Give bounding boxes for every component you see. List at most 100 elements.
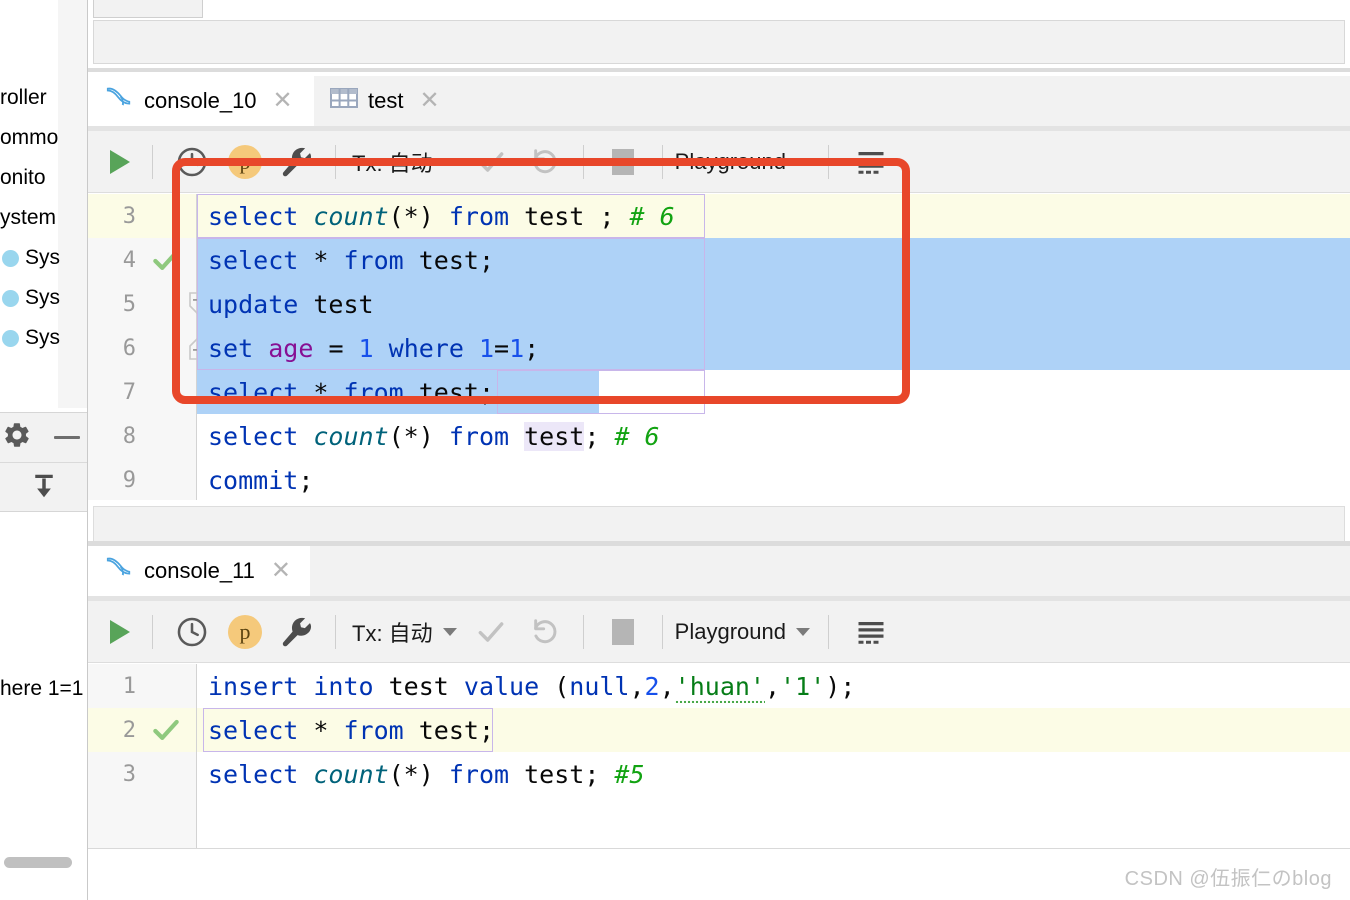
gutter-row[interactable]: 1 [88, 664, 196, 708]
code-token: from [448, 421, 525, 451]
tx-chevron-down-icon[interactable] [442, 157, 457, 166]
wrench-icon[interactable] [281, 131, 313, 193]
executed-statement-check-icon[interactable] [144, 708, 188, 752]
stop-button[interactable] [611, 618, 634, 645]
tab-console-10[interactable]: console_10 ✕ [88, 76, 314, 131]
code-token: test; [418, 377, 494, 407]
separator-bar [93, 506, 1345, 544]
console-11-code-area[interactable]: insert into test value (null,2,'huan','1… [197, 664, 1350, 848]
tab-console-10-close-icon[interactable]: ✕ [273, 89, 293, 113]
tree-item[interactable]: onito [0, 158, 66, 198]
toolbar-separator [335, 144, 336, 179]
code-token: select [208, 759, 314, 789]
gutter-row[interactable]: 7 [88, 370, 196, 414]
code-token: update [208, 289, 314, 319]
console-10-code-area[interactable]: select count(*) from test ; # 6 select * … [197, 194, 1350, 500]
line-number: 4 [122, 247, 136, 273]
toolbar-separator [582, 614, 584, 649]
output-format-icon[interactable] [855, 601, 887, 663]
code-token: , [629, 671, 645, 701]
tab-console-11-close-icon[interactable]: ✕ [271, 559, 291, 583]
line-number: 3 [122, 761, 136, 787]
statement-scope-outline [497, 370, 705, 414]
schema-chevron-down-icon[interactable] [795, 157, 810, 166]
console-11-gutter[interactable]: 1 2 3 [88, 664, 197, 848]
run-button[interactable] [110, 149, 130, 174]
run-button[interactable] [110, 619, 130, 644]
gutter-row[interactable]: 8 [88, 414, 196, 458]
schema-bullet-icon [2, 249, 19, 267]
scrollbar-thumb[interactable] [4, 857, 72, 868]
console-10-gutter[interactable]: 3 4 5 6 7 8 9 [88, 194, 205, 500]
code-token: = [328, 333, 359, 363]
rollback-icon[interactable] [529, 601, 561, 663]
tree-item[interactable]: Sys [0, 278, 66, 318]
horizontal-scrollbar[interactable] [0, 848, 88, 878]
code-token: count [313, 421, 389, 451]
console-10-pane: console_10 ✕ test ✕ p Tx: 自动 Playground … [88, 76, 1350, 500]
code-token: from [343, 715, 419, 745]
database-tree[interactable]: roller ommo onito ystem Sys Sys Sys [0, 78, 88, 408]
profile-badge[interactable]: p [228, 614, 262, 649]
code-line[interactable]: insert into test value (null,2,'huan','1… [197, 664, 1350, 708]
code-token: (*) [388, 421, 449, 451]
console-10-tabstrip: console_10 ✕ test ✕ [88, 76, 1350, 131]
top-tab-stub[interactable] [93, 0, 203, 18]
code-token: 1 [358, 333, 389, 363]
tree-item[interactable]: Sys [0, 238, 66, 278]
code-token: select [208, 201, 314, 231]
gear-icon[interactable] [2, 420, 32, 455]
code-token: 1 [478, 333, 495, 363]
tree-item[interactable]: ystem [0, 198, 66, 238]
tree-item[interactable]: ommo [0, 118, 66, 158]
tree-item[interactable]: roller [0, 78, 66, 118]
line-number: 5 [122, 291, 136, 317]
tree-item[interactable]: Sys [0, 318, 66, 358]
code-line[interactable]: select * from test; [197, 370, 1350, 414]
commit-icon[interactable] [475, 131, 507, 193]
code-token: (*) [388, 201, 449, 231]
toolbar-separator [661, 144, 663, 179]
tab-test-close-icon[interactable]: ✕ [419, 89, 439, 113]
history-icon[interactable] [175, 131, 209, 193]
gutter-row[interactable]: 9 [88, 458, 196, 500]
schema-chevron-down-icon[interactable] [795, 627, 810, 636]
line-number: 3 [122, 203, 136, 229]
console-10-toolbar: p Tx: 自动 Playground [88, 131, 1350, 193]
code-line[interactable]: select count(*) from test; # 6 [197, 414, 1350, 458]
code-token: (*) [388, 759, 449, 789]
gutter-row[interactable]: 4 [88, 238, 196, 282]
rollback-icon[interactable] [529, 131, 561, 193]
code-token: count [313, 759, 389, 789]
import-icon[interactable] [29, 471, 59, 506]
code-line[interactable]: select count(*) from test; #5 [197, 752, 1350, 796]
executed-statement-check-icon[interactable] [144, 238, 188, 282]
output-format-icon[interactable] [855, 131, 887, 193]
gutter-row[interactable]: 2 [88, 708, 196, 752]
console-10-editor[interactable]: 3 4 5 6789 select count(*) from test ; # 6s… [88, 194, 1350, 500]
stop-button[interactable] [611, 148, 634, 175]
gutter-row[interactable]: 6 [88, 326, 205, 370]
toolbar-separator [827, 614, 829, 649]
console-11-editor[interactable]: 12 3 insert into test value (null,2,'huan… [88, 664, 1350, 848]
toolbar-separator [152, 144, 153, 179]
gutter-row[interactable]: 5 [88, 282, 205, 326]
history-icon[interactable] [175, 601, 209, 663]
code-line[interactable]: commit; [197, 458, 1350, 500]
toolbar-separator [335, 614, 336, 649]
sidebar-top-strip [0, 0, 88, 78]
commit-icon[interactable] [475, 601, 507, 663]
tab-test[interactable]: test ✕ [314, 76, 504, 126]
minimize-icon[interactable] [54, 436, 80, 439]
table-icon [330, 86, 358, 116]
wrench-icon[interactable] [281, 601, 313, 663]
profile-badge[interactable]: p [228, 144, 262, 179]
code-line-text: select count(*) from test; # 6 [197, 421, 660, 451]
code-token: select [208, 421, 314, 451]
gutter-row[interactable]: 3 [88, 752, 196, 796]
tx-chevron-down-icon[interactable] [442, 627, 457, 636]
gutter-row[interactable]: 3 [88, 194, 196, 238]
code-token: = [494, 333, 510, 363]
tab-console-11[interactable]: console_11 ✕ [88, 546, 310, 601]
code-token: ; [524, 333, 540, 363]
